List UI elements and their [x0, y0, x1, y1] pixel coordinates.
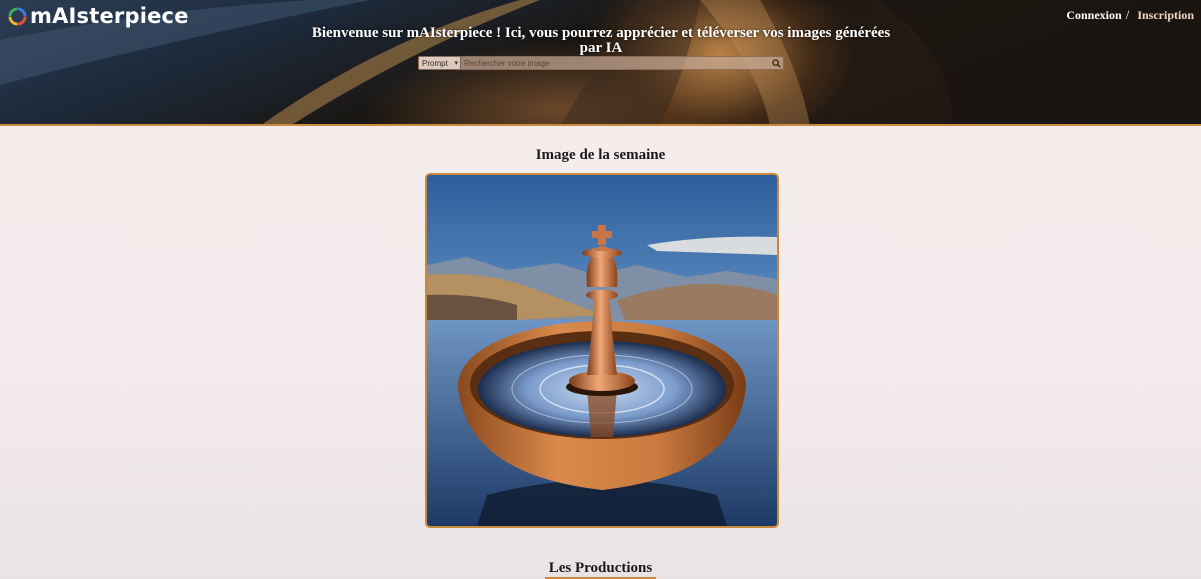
login-link[interactable]: Connexion [1066, 8, 1121, 23]
signup-link[interactable]: Inscription [1137, 8, 1194, 23]
logo-text: mAIsterpiece [30, 4, 189, 28]
auth-separator: / [1125, 7, 1130, 22]
search-bar: Prompt ▾ [418, 56, 784, 70]
productions-title: Les Productions [0, 560, 1201, 579]
site-logo[interactable]: mAIsterpiece [8, 4, 189, 28]
welcome-message: Bienvenue sur mAIsterpiece ! Ici, vous p… [311, 25, 891, 56]
chevron-down-icon: ▾ [454, 60, 458, 67]
colorful-circle-logo-icon [8, 6, 27, 26]
productions-title-text: Les Productions [544, 560, 657, 579]
search-button[interactable] [769, 57, 783, 69]
chess-king-in-bowl-artwork-icon [427, 175, 777, 526]
search-icon [771, 58, 781, 68]
auth-links: Connexion / Inscription [1066, 7, 1194, 23]
search-filter-value: Prompt [422, 58, 448, 68]
search-input[interactable] [461, 57, 769, 69]
featured-image[interactable] [425, 173, 779, 528]
search-filter-select[interactable]: Prompt ▾ [419, 57, 461, 69]
image-of-week-title: Image de la semaine [535, 147, 666, 163]
site-header: mAIsterpiece Connexion / Inscription Bie… [0, 0, 1201, 126]
